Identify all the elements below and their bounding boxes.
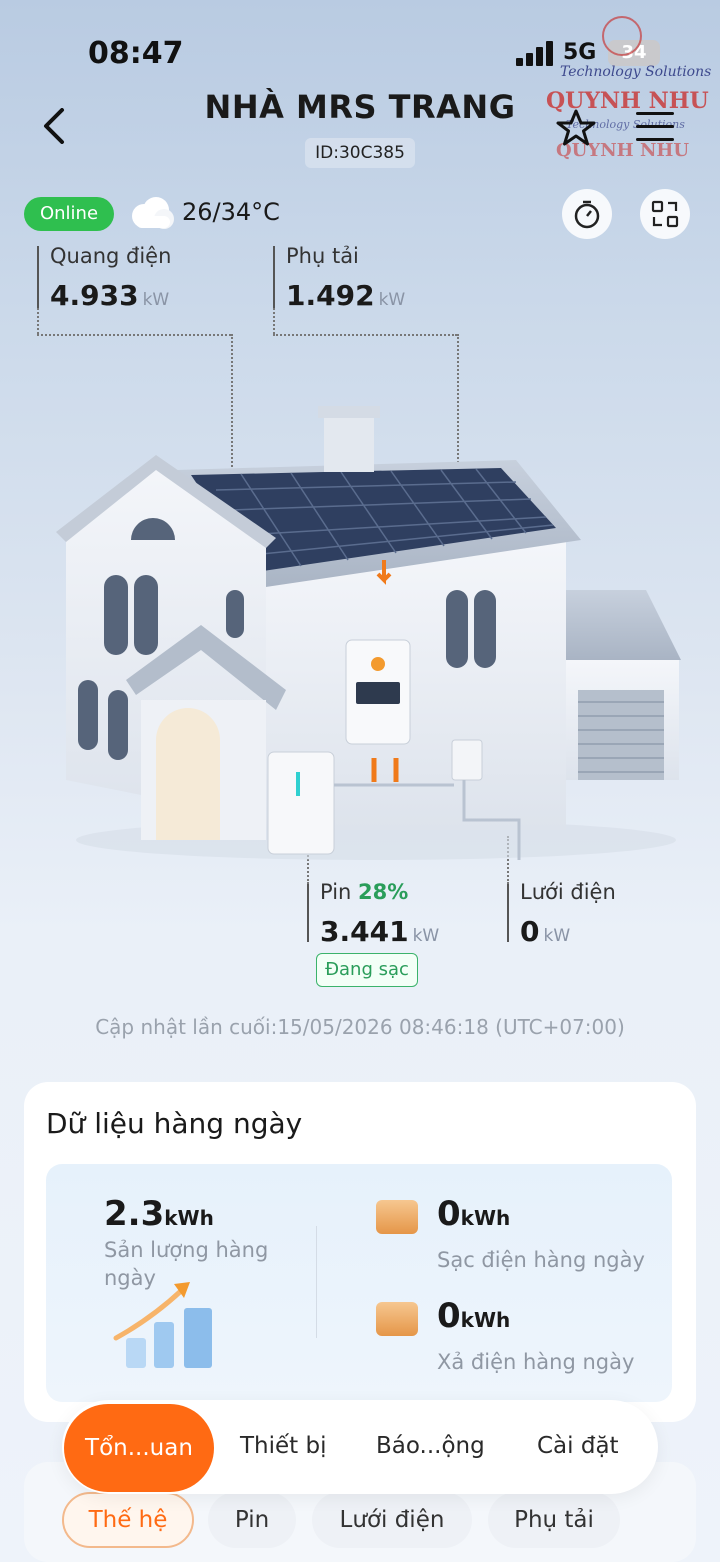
- charge-label: Sạc điện hàng ngày: [437, 1248, 645, 1272]
- battery-marker: [307, 884, 309, 942]
- production-chart-icon: [113, 1282, 212, 1368]
- load-value: 1.492 kW: [286, 279, 406, 312]
- online-badge: Online: [24, 197, 114, 231]
- plant-id: ID:30C385: [305, 138, 415, 168]
- load-connector: [273, 334, 457, 336]
- load-connector: [273, 308, 275, 334]
- pv-marker: [37, 246, 39, 308]
- cloud-icon: [126, 194, 176, 232]
- pv-connector: [37, 334, 231, 336]
- nav-settings[interactable]: Cài đặt: [537, 1433, 619, 1459]
- page-title: NHÀ MRS TRANG: [204, 88, 516, 126]
- grid-label: Lưới điện: [520, 880, 616, 904]
- subtab-generation[interactable]: Thế hệ: [62, 1492, 194, 1548]
- house-illustration: [56, 406, 681, 860]
- battery-charge-icon: [376, 1200, 418, 1234]
- watermark-bulb-icon: [602, 16, 642, 56]
- battery-state-badge: Đang sạc: [316, 953, 418, 987]
- discharge-value: 0kWh: [437, 1296, 511, 1336]
- watermark-text: Technology Solutions: [560, 64, 712, 80]
- switch-plant-button[interactable]: [640, 189, 690, 239]
- network-type: 5G: [563, 40, 597, 65]
- pv-value: 4.933 kW: [50, 279, 170, 312]
- stopwatch-icon: [574, 200, 600, 229]
- battery-label: Pin 28%: [320, 880, 409, 904]
- pv-connector: [37, 308, 39, 334]
- battery-percent: 28%: [358, 880, 409, 904]
- swap-icon: [651, 200, 679, 228]
- pv-label: Quang điện: [50, 244, 172, 268]
- menu-icon[interactable]: [636, 110, 674, 144]
- grid-marker: [507, 884, 509, 942]
- nav-overview[interactable]: Tổn...uan: [64, 1404, 214, 1492]
- production-value: 2.3kWh: [104, 1194, 214, 1234]
- battery-value: 3.441 kW: [320, 915, 440, 948]
- discharge-label: Xả điện hàng ngày: [437, 1350, 635, 1374]
- load-label: Phụ tải: [286, 244, 359, 268]
- signal-icon: [516, 40, 554, 66]
- last-updated: Cập nhật lần cuối:15/05/2026 08:46:18 (U…: [95, 1015, 625, 1039]
- daily-data-title: Dữ liệu hàng ngày: [46, 1107, 303, 1140]
- status-time: 08:47: [88, 36, 184, 71]
- subtab-grid[interactable]: Lưới điện: [312, 1492, 472, 1548]
- grid-value: 0 kW: [520, 915, 571, 948]
- timer-button[interactable]: [562, 189, 612, 239]
- star-icon[interactable]: [556, 108, 596, 148]
- temperature: 26/34°C: [182, 198, 280, 226]
- nav-alarms[interactable]: Báo...ộng: [376, 1433, 485, 1459]
- nav-devices[interactable]: Thiết bị: [240, 1433, 327, 1459]
- load-marker: [273, 246, 275, 308]
- panel-divider: [316, 1226, 317, 1338]
- battery-discharge-icon: [376, 1302, 418, 1336]
- subtab-battery[interactable]: Pin: [208, 1492, 296, 1548]
- subtab-load[interactable]: Phụ tải: [488, 1492, 620, 1548]
- charge-value: 0kWh: [437, 1194, 511, 1234]
